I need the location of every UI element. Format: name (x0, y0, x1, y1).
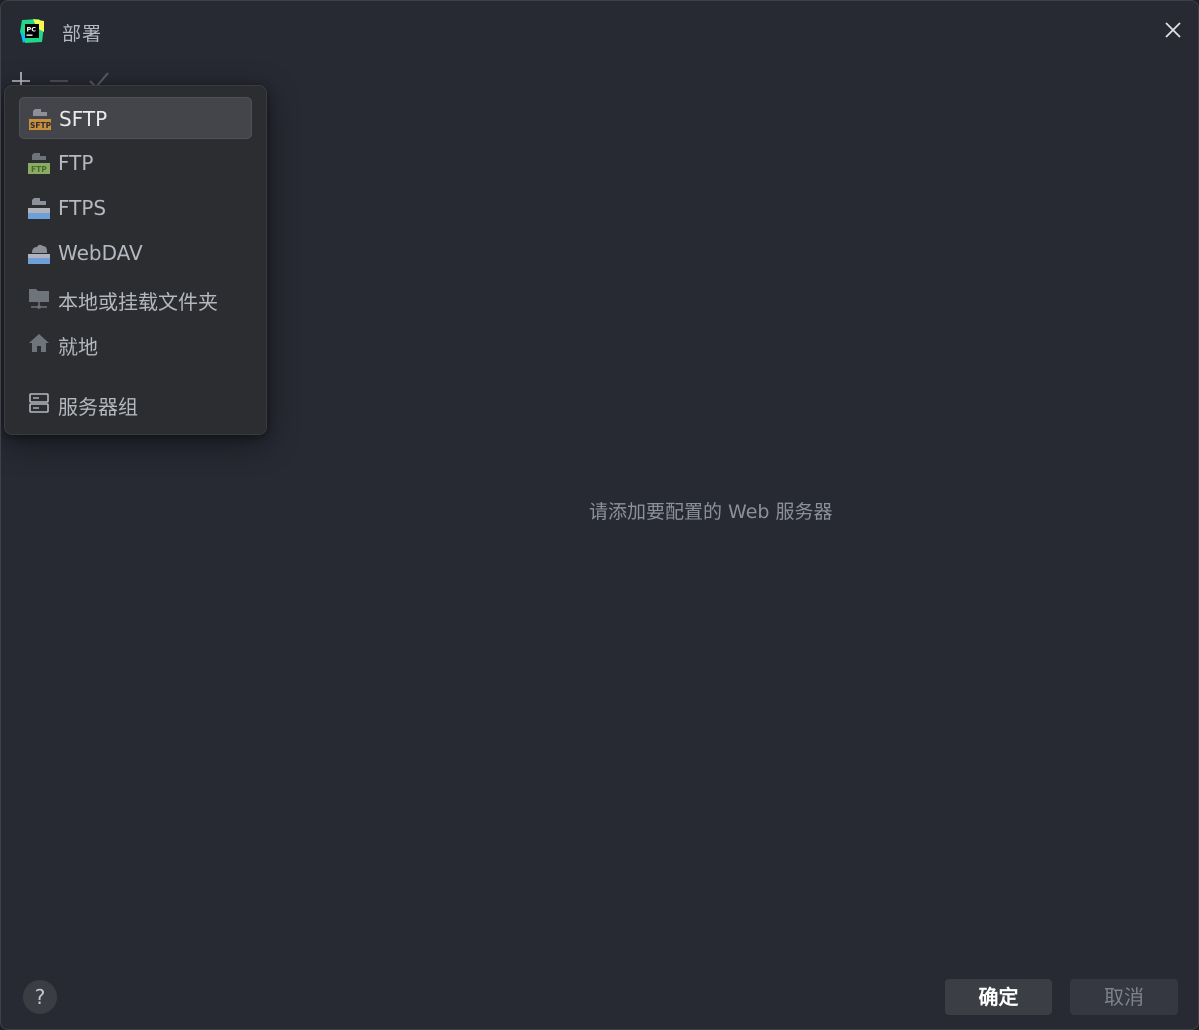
sftp-badge-text: SFTP (30, 121, 51, 130)
logo-text: PC (27, 26, 37, 34)
menu-item-local-folder[interactable]: 本地或挂载文件夹 (19, 277, 252, 319)
close-icon[interactable] (1162, 19, 1184, 41)
menu-item-server-group[interactable]: 服务器组 (19, 382, 252, 424)
server-group-icon (29, 393, 49, 413)
cancel-button[interactable]: 取消 (1070, 979, 1178, 1015)
pycharm-logo-icon: PC (20, 19, 44, 43)
menu-item-ftp[interactable]: FTP FTP (19, 142, 252, 184)
dialog-body: PC 部署 请添加要配置的 Web 服务器 SFTP SFTP FTP FTP … (1, 1, 1198, 1029)
deployment-dialog: PC 部署 请添加要配置的 Web 服务器 SFTP SFTP FTP FTP … (0, 0, 1199, 1030)
ftps-icon (28, 198, 50, 219)
ok-button[interactable]: 确定 (945, 979, 1052, 1015)
ftp-badge-text: FTP (31, 165, 47, 174)
sftp-icon: SFTP (29, 109, 51, 130)
ftp-icon: FTP (28, 153, 50, 174)
empty-state-message: 请添加要配置的 Web 服务器 (589, 501, 833, 523)
menu-item-label: 就地 (58, 335, 98, 359)
title-bar: PC 部署 (1, 1, 1198, 61)
add-server-popup: SFTP SFTP FTP FTP FTPS WebDAV 本地或挂载文件夹 就… (4, 85, 267, 435)
home-icon (29, 334, 49, 352)
menu-item-label: FTPS (58, 196, 107, 220)
menu-item-label: 服务器组 (58, 395, 138, 419)
menu-item-ftps[interactable]: FTPS (19, 187, 252, 229)
menu-item-label: 本地或挂载文件夹 (58, 290, 218, 314)
menu-item-sftp[interactable]: SFTP SFTP (19, 97, 252, 139)
webdav-icon (28, 244, 50, 264)
menu-item-label: SFTP (59, 107, 108, 131)
dialog-title: 部署 (62, 23, 103, 45)
menu-item-label: FTP (58, 151, 94, 175)
menu-item-in-place[interactable]: 就地 (19, 322, 252, 364)
menu-item-webdav[interactable]: WebDAV (19, 232, 252, 274)
help-button[interactable]: ? (23, 980, 57, 1014)
local-folder-icon (29, 289, 49, 309)
menu-item-label: WebDAV (58, 241, 143, 265)
